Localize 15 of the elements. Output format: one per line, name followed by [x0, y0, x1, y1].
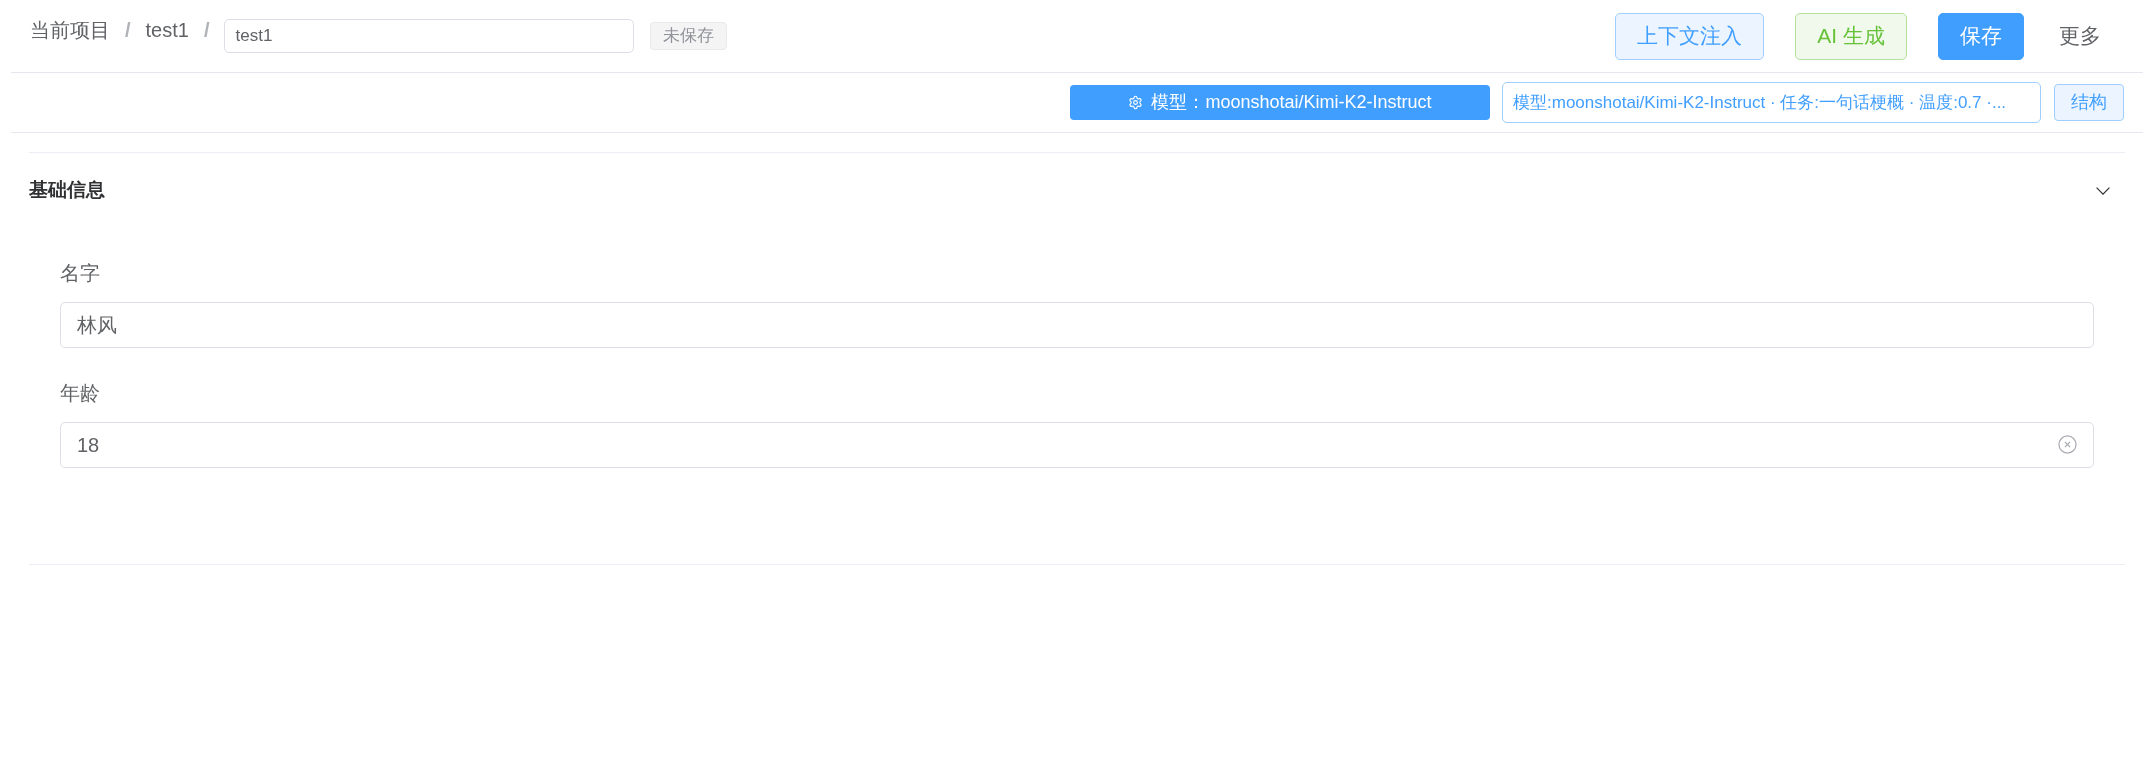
action-button[interactable]: 更多 [2048, 12, 2112, 60]
gear-icon [1128, 95, 1144, 110]
field-label: 年龄 [60, 381, 100, 405]
breadcrumb-separator: / [203, 18, 210, 43]
section-header[interactable]: 基础信息 [29, 153, 2125, 228]
section-title: 基础信息 [29, 178, 105, 203]
title-input[interactable]: test1 [224, 19, 635, 53]
breadcrumb-link[interactable]: 当前项目 [30, 17, 110, 43]
field-label: 名字 [60, 261, 100, 285]
breadcrumb-separator: / [125, 18, 131, 43]
text-field[interactable]: 18 [60, 422, 2094, 468]
breadcrumb-link[interactable]: test1 [145, 17, 189, 43]
text-field[interactable]: 林风 [60, 302, 2094, 348]
status-badge: 未保存 [650, 22, 728, 50]
chevron-down-icon[interactable] [2096, 186, 2110, 195]
